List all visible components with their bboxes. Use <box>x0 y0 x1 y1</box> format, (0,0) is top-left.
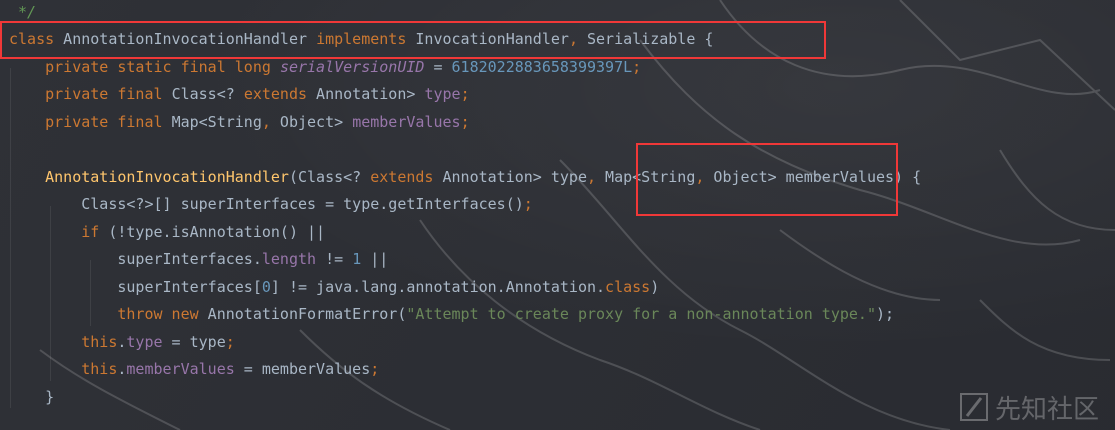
code-token: Class<?>[] superInterfaces = type.getInt… <box>9 195 524 213</box>
code-token: ; <box>523 195 533 213</box>
code-token: InvocationHandler <box>406 30 569 48</box>
code-token: Object> memberValues) { <box>704 167 922 186</box>
code-token: implements <box>316 30 407 48</box>
code-token: superInterfaces[ <box>9 277 262 296</box>
code-token: , <box>568 30 578 48</box>
code-token: memberValues <box>126 360 235 378</box>
code-token: = <box>424 57 452 76</box>
code-line[interactable]: this.memberValues = memberValues; <box>9 356 379 384</box>
code-token: superInterfaces. <box>9 250 262 268</box>
code-token: , <box>587 167 597 186</box>
code-token: private final <box>9 112 172 131</box>
code-line[interactable]: private final Class<? extends Annotation… <box>9 81 470 109</box>
code-token: || <box>361 250 389 268</box>
code-token: 6182022883658399397L <box>451 57 633 76</box>
code-token: extends <box>370 167 434 186</box>
code-token: Class<? <box>171 85 244 103</box>
code-line[interactable]: superInterfaces.length != 1 || <box>9 246 388 274</box>
code-token: ; <box>460 112 470 131</box>
code-line[interactable]: throw new AnnotationFormatError("Attempt… <box>9 301 894 329</box>
code-token: Map<String <box>171 112 262 131</box>
code-token: */ <box>18 2 37 21</box>
code-token: class <box>605 277 651 296</box>
code-token: Serializable { <box>577 30 714 48</box>
code-token: AnnotationInvocationHandler <box>9 167 289 186</box>
code-token: extends <box>243 85 308 103</box>
code-line[interactable]: Class<?>[] superInterfaces = type.getInt… <box>9 191 533 219</box>
xianzhi-logo-icon <box>959 393 988 421</box>
code-token: length <box>261 250 317 268</box>
code-token: Annotation> type <box>433 167 587 186</box>
code-token: ) <box>650 277 660 296</box>
code-token: != <box>316 250 353 268</box>
code-token: AnnotationInvocationHandler <box>54 30 317 48</box>
code-token: memberValues <box>352 112 461 131</box>
code-line[interactable]: private static final long serialVersionU… <box>9 54 641 82</box>
code-line[interactable]: class AnnotationInvocationHandler implem… <box>9 26 713 54</box>
code-token: ] != java.lang.annotation.Annotation. <box>270 277 606 296</box>
code-token: this <box>9 332 118 351</box>
code-token: throw new <box>9 305 199 323</box>
code-token: type <box>126 332 163 351</box>
code-token: class <box>9 30 55 48</box>
code-token: (!type.isAnnotation() || <box>99 222 326 241</box>
code-line[interactable]: this.type = type; <box>9 329 235 357</box>
code-token: 1 <box>352 250 362 268</box>
code-line[interactable]: AnnotationInvocationHandler(Class<? exte… <box>9 164 921 192</box>
code-line[interactable]: superInterfaces[0] != java.lang.annotati… <box>9 274 659 302</box>
code-token: ; <box>225 332 235 351</box>
code-token: 0 <box>261 277 271 296</box>
code-token: } <box>9 387 55 406</box>
code-token: ; <box>632 57 642 76</box>
code-token: serialVersionUID <box>279 57 425 76</box>
code-token: private static final long <box>9 57 280 76</box>
code-token: Annotation> <box>307 85 425 103</box>
code-token: , <box>261 112 271 131</box>
code-token: ; <box>370 360 380 378</box>
code-token: AnnotationFormatError( <box>198 305 407 323</box>
code-token: ; <box>460 85 470 103</box>
code-token: = memberValues <box>234 360 371 378</box>
code-line[interactable]: private final Map<String, Object> member… <box>9 109 470 137</box>
code-editor[interactable]: */ class AnnotationInvocationHandler impl… <box>0 0 1115 430</box>
code-token: type <box>424 85 461 103</box>
code-token: ); <box>875 305 895 323</box>
watermark: 先知社区 <box>959 390 1099 425</box>
code-token: this <box>9 360 118 378</box>
code-token: (Class<? <box>288 167 371 186</box>
code-token: Map<String <box>596 167 696 186</box>
code-token: "Attempt to create proxy for a non-annot… <box>406 305 876 323</box>
code-line[interactable]: } <box>9 384 54 412</box>
code-token: if <box>9 222 100 241</box>
code-line[interactable]: */ <box>18 0 36 26</box>
code-token: Object> <box>270 112 353 131</box>
code-token: private final <box>9 85 172 103</box>
watermark-text: 先知社区 <box>994 394 1099 425</box>
code-line[interactable]: if (!type.isAnnotation() || <box>9 219 325 247</box>
code-token: = type <box>162 332 226 351</box>
